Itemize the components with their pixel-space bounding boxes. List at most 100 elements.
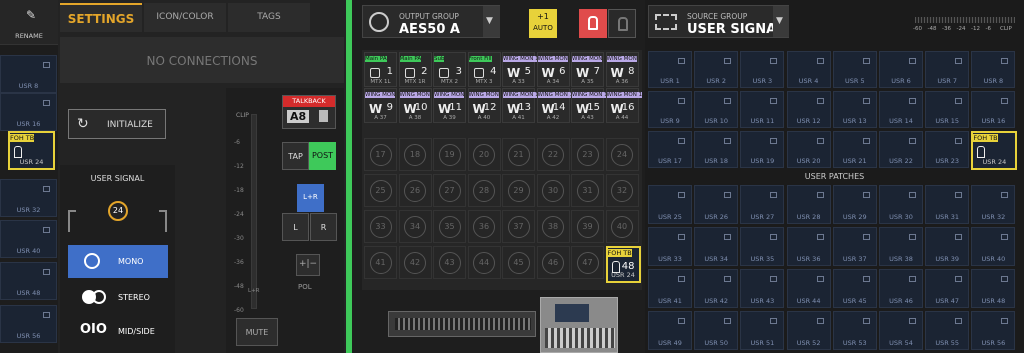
user-patch-43[interactable]: USR 43 bbox=[740, 269, 785, 308]
output-slot-44[interactable]: 44 bbox=[467, 246, 501, 279]
output-slot-40[interactable]: 40 bbox=[605, 210, 639, 243]
user-patch-37[interactable]: USR 37 bbox=[832, 227, 877, 266]
output-slot-14[interactable]: WING MON 1 W 14 A 42 bbox=[536, 88, 574, 123]
user-patch-3[interactable]: USR 3 bbox=[740, 51, 785, 88]
user-patch-27[interactable]: USR 27 bbox=[740, 185, 785, 224]
user-patch-32[interactable]: USR 32 bbox=[971, 185, 1016, 224]
mute-button[interactable]: MUTE bbox=[236, 318, 278, 346]
user-patch-42[interactable]: USR 42 bbox=[694, 269, 739, 308]
output-slot-25[interactable]: 25 bbox=[364, 174, 397, 207]
output-slot-45[interactable]: 45 bbox=[502, 246, 535, 279]
output-slot-34[interactable]: 34 bbox=[398, 210, 432, 243]
initialize-button[interactable]: ↻ INITIALIZE bbox=[68, 109, 166, 139]
l-button[interactable]: L bbox=[282, 213, 309, 241]
output-slot-7[interactable]: WING MON W 7 A 35 bbox=[571, 52, 604, 87]
user-patch-29[interactable]: USR 29 bbox=[832, 185, 877, 224]
user-patch-9[interactable]: USR 9 bbox=[648, 91, 692, 128]
output-group-selector[interactable]: OUTPUT GROUP AES50 A ▼ bbox=[362, 5, 500, 38]
user-patch-34[interactable]: USR 34 bbox=[694, 227, 739, 266]
output-slot-4[interactable]: Front Fill 4 MTX 3 bbox=[467, 52, 501, 87]
tab-settings[interactable]: SETTINGS bbox=[60, 3, 142, 32]
user-patch-40[interactable]: USR 40 bbox=[971, 227, 1016, 266]
output-slot-20[interactable]: 20 bbox=[467, 138, 501, 171]
output-slot-37[interactable]: 37 bbox=[502, 210, 535, 243]
output-slot-19[interactable]: 19 bbox=[433, 138, 466, 171]
user-patch-36[interactable]: USR 36 bbox=[786, 227, 831, 266]
output-slot-39[interactable]: 39 bbox=[571, 210, 604, 243]
output-slot-26[interactable]: 26 bbox=[398, 174, 432, 207]
output-slot-5[interactable]: WING MON 1 W5 A 33 bbox=[502, 52, 539, 87]
output-slot-48[interactable]: FOH TB 48 USR 24 bbox=[605, 246, 641, 283]
user-patch-17[interactable]: USR 17 bbox=[648, 131, 692, 168]
output-slot-6[interactable]: WING MON W 6 A 34 bbox=[536, 52, 570, 87]
user-patch-23[interactable]: USR 23 bbox=[925, 131, 970, 168]
output-slot-31[interactable]: 31 bbox=[571, 174, 604, 207]
user-patch-48[interactable]: USR 48 bbox=[971, 269, 1016, 308]
output-slot-33[interactable]: 33 bbox=[364, 210, 397, 243]
user-patch-26[interactable]: USR 26 bbox=[694, 185, 739, 224]
user-patch-55[interactable]: USR 55 bbox=[925, 311, 970, 350]
output-slot-2[interactable]: Main PA 2 MTX 1R bbox=[398, 52, 432, 87]
user-patch-6[interactable]: USR 6 bbox=[879, 51, 923, 88]
foh-tb-left[interactable]: FOH TB USR 24 bbox=[8, 131, 55, 170]
user-patch-12[interactable]: USR 12 bbox=[786, 91, 831, 128]
output-slot-17[interactable]: 17 bbox=[364, 138, 397, 171]
output-slot-9[interactable]: WING MON W 9 A 37 bbox=[364, 88, 397, 123]
user-patch-47[interactable]: USR 47 bbox=[925, 269, 970, 308]
output-slot-27[interactable]: 27 bbox=[433, 174, 466, 207]
output-group-dropdown[interactable]: ▼ bbox=[483, 6, 500, 37]
user-patch-28[interactable]: USR 28 bbox=[786, 185, 831, 224]
mid-side-button[interactable]: OIO MID/SIDE bbox=[68, 315, 168, 348]
user-patch-15[interactable]: USR 15 bbox=[925, 91, 970, 128]
output-slot-11[interactable]: WING MON W 11 A 39 bbox=[433, 88, 466, 123]
output-slot-43[interactable]: 43 bbox=[433, 246, 466, 279]
user-patch-52[interactable]: USR 52 bbox=[786, 311, 831, 350]
user-patch-44[interactable]: USR 44 bbox=[786, 269, 831, 308]
user-patch-35[interactable]: USR 35 bbox=[740, 227, 785, 266]
output-slot-16[interactable]: WING MON 1 W 16 A 44 bbox=[605, 88, 643, 123]
user-patch-14[interactable]: USR 14 bbox=[879, 91, 923, 128]
stereo-button[interactable]: STEREO bbox=[68, 281, 168, 314]
mono-button[interactable]: MONO bbox=[68, 245, 168, 278]
user-patch-8[interactable]: USR 8 bbox=[971, 51, 1016, 88]
output-slot-46[interactable]: 46 bbox=[536, 246, 570, 279]
output-slot-22[interactable]: 22 bbox=[536, 138, 570, 171]
user-patch-25[interactable]: USR 25 bbox=[648, 185, 692, 224]
user-patch-left-4[interactable]: USR 32 bbox=[0, 179, 57, 217]
user-patch-20[interactable]: USR 20 bbox=[786, 131, 831, 168]
user-patch-39[interactable]: USR 39 bbox=[925, 227, 970, 266]
output-slot-24[interactable]: 24 bbox=[605, 138, 639, 171]
output-slot-23[interactable]: 23 bbox=[571, 138, 604, 171]
post-button[interactable]: POST bbox=[309, 142, 336, 170]
rename-button[interactable]: ✎ RENAME bbox=[0, 0, 58, 45]
user-patch-7[interactable]: USR 7 bbox=[925, 51, 970, 88]
user-patch-18[interactable]: USR 18 bbox=[694, 131, 739, 168]
user-patch-50[interactable]: USR 50 bbox=[694, 311, 739, 350]
user-patch-1[interactable]: USR 1 bbox=[648, 51, 692, 88]
user-patch-49[interactable]: USR 49 bbox=[648, 311, 692, 350]
auto-button[interactable]: +1 AUTO bbox=[529, 9, 557, 38]
output-slot-12[interactable]: WING MON W 12 A 40 bbox=[467, 88, 501, 123]
user-patch-56[interactable]: USR 56 bbox=[971, 311, 1016, 350]
output-slot-18[interactable]: 18 bbox=[398, 138, 432, 171]
output-slot-36[interactable]: 36 bbox=[467, 210, 501, 243]
user-patch-left-2[interactable]: USR 16 bbox=[0, 93, 57, 131]
user-patch-4[interactable]: USR 4 bbox=[786, 51, 831, 88]
user-patch-left-7[interactable]: USR 56 bbox=[0, 305, 57, 343]
user-patch-30[interactable]: USR 30 bbox=[879, 185, 923, 224]
output-slot-30[interactable]: 30 bbox=[536, 174, 570, 207]
user-patch-16[interactable]: USR 16 bbox=[971, 91, 1016, 128]
tap-button[interactable]: TAP bbox=[282, 142, 309, 170]
output-slot-21[interactable]: 21 bbox=[502, 138, 535, 171]
user-patch-11[interactable]: USR 11 bbox=[740, 91, 785, 128]
user-patch-left-6[interactable]: USR 48 bbox=[0, 262, 57, 300]
source-group-selector[interactable]: SOURCE GROUP USER SIGNAL ▼ bbox=[648, 5, 789, 38]
user-patch-22[interactable]: USR 22 bbox=[879, 131, 923, 168]
source-group-dropdown[interactable]: ▼ bbox=[773, 6, 789, 37]
user-patch-51[interactable]: USR 51 bbox=[740, 311, 785, 350]
output-slot-35[interactable]: 35 bbox=[433, 210, 466, 243]
tab-tags[interactable]: TAGS bbox=[228, 3, 310, 32]
user-patch-33[interactable]: USR 33 bbox=[648, 227, 692, 266]
user-patch-46[interactable]: USR 46 bbox=[879, 269, 923, 308]
user-patch-53[interactable]: USR 53 bbox=[832, 311, 877, 350]
